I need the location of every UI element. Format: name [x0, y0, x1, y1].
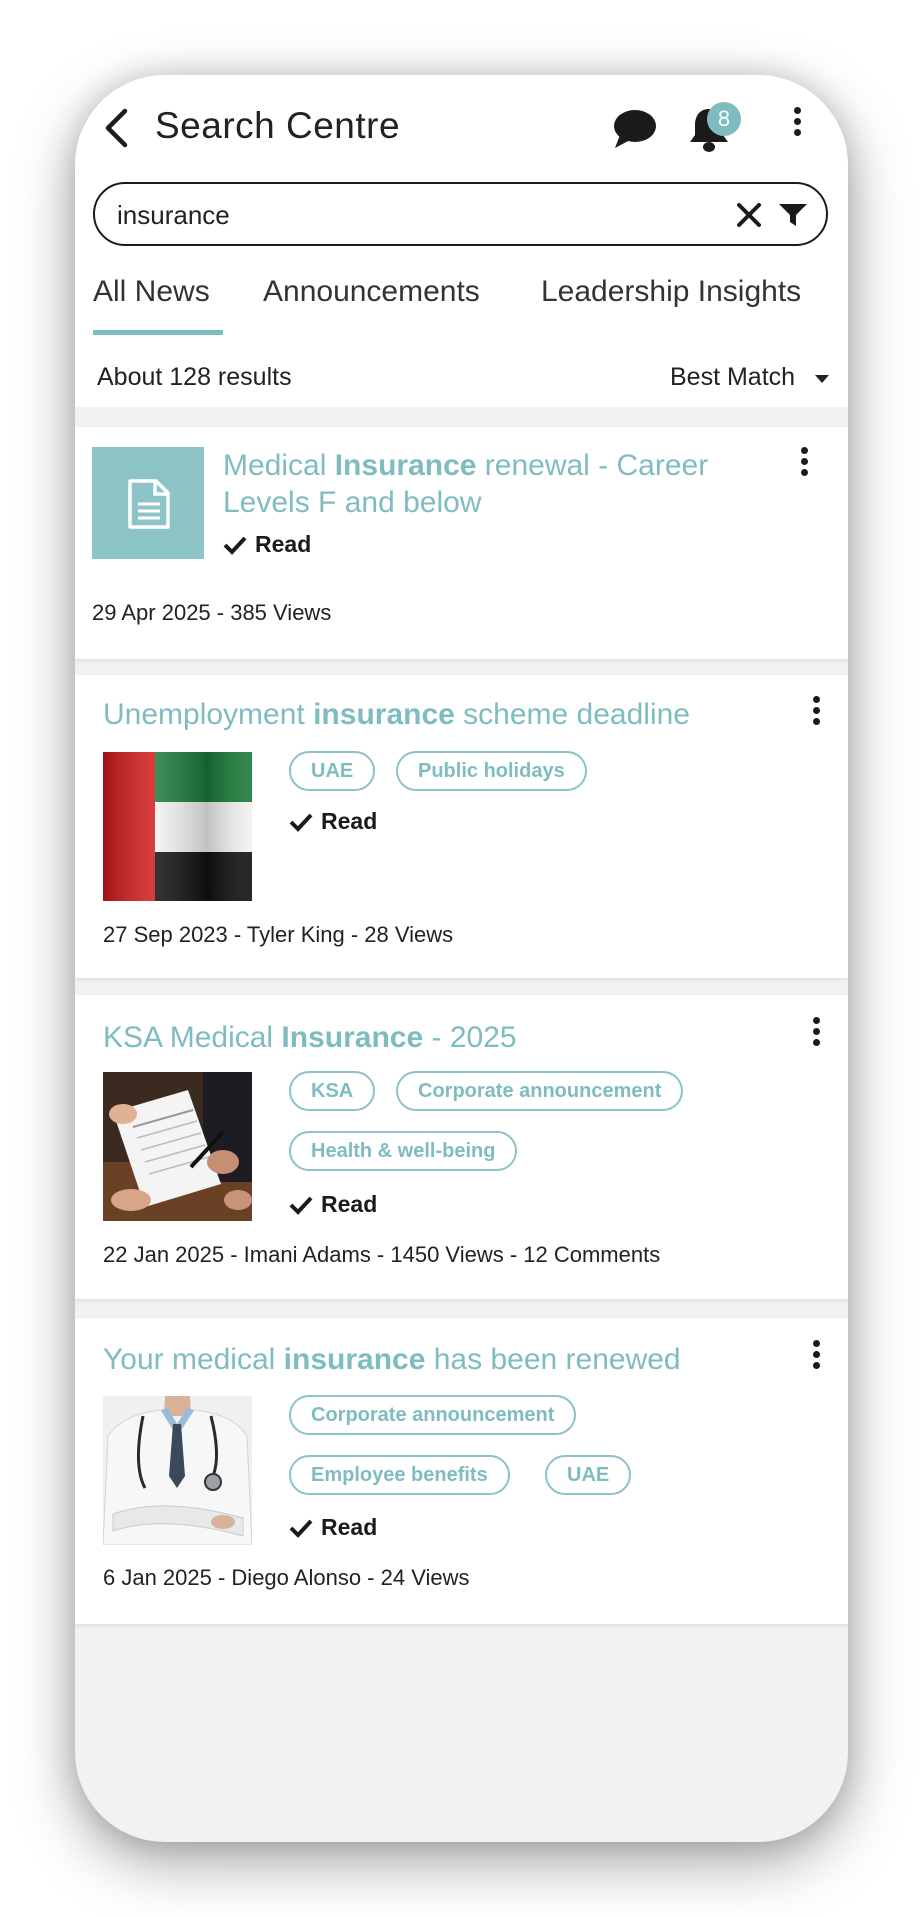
app-bar: Search Centre 8	[75, 75, 848, 175]
read-status: Read	[289, 1191, 377, 1218]
news-card[interactable]: Your medical insurance has been renewed …	[75, 1318, 848, 1624]
card-options-button[interactable]	[794, 447, 814, 487]
read-status: Read	[289, 1514, 377, 1541]
header-area: Search Centre 8 insurance All News Annou…	[75, 75, 848, 407]
kebab-dot-icon	[812, 1340, 820, 1347]
read-status: Read	[289, 808, 377, 835]
checkmark-icon	[289, 1519, 313, 1538]
filter-funnel-icon	[779, 204, 807, 226]
kebab-dot-icon	[812, 718, 820, 725]
card-meta: 27 Sep 2023 - Tyler King - 28 Views	[103, 922, 454, 947]
clear-search-button[interactable]	[735, 201, 763, 234]
doctor-photo	[103, 1396, 252, 1545]
kebab-dot-icon	[793, 118, 801, 125]
signing-document-image	[103, 1072, 252, 1221]
search-input[interactable]	[115, 196, 679, 234]
tag[interactable]: UAE	[545, 1455, 632, 1495]
back-arrow-icon	[105, 108, 128, 148]
flag-image	[103, 752, 252, 901]
results-count: About 128 results	[97, 363, 292, 391]
checkmark-icon	[289, 1196, 313, 1215]
tab-leadership-insights[interactable]: Leadership Insights	[541, 275, 801, 309]
card-title[interactable]: KSA Medical Insurance - 2025	[103, 1019, 773, 1056]
phone-frame: Search Centre 8 insurance All News Annou…	[75, 75, 848, 1842]
filter-button[interactable]	[778, 202, 808, 233]
kebab-dot-icon	[800, 458, 808, 465]
news-card[interactable]: Medical Insurance renewal - Career Level…	[75, 427, 848, 659]
read-status: Read	[223, 531, 311, 558]
sort-dropdown[interactable]: Best Match	[670, 363, 795, 392]
notification-badge: 8	[707, 102, 741, 136]
tag[interactable]: Corporate announcement	[289, 1395, 577, 1435]
more-options-button[interactable]	[787, 107, 807, 147]
kebab-dot-icon	[800, 447, 808, 454]
kebab-dot-icon	[793, 107, 801, 114]
news-card[interactable]: KSA Medical Insurance - 2025 KSA Corpora…	[75, 995, 848, 1299]
tag[interactable]: KSA	[289, 1071, 376, 1111]
close-icon	[737, 203, 761, 227]
card-meta: 22 Jan 2025 - Imani Adams - 1450 Views -…	[103, 1242, 661, 1267]
kebab-dot-icon	[793, 129, 801, 136]
tag[interactable]: Public holidays	[396, 751, 587, 791]
tab-bar: All News Announcements Leadership Insigh…	[75, 275, 848, 335]
kebab-dot-icon	[812, 1039, 820, 1046]
tab-announcements[interactable]: Announcements	[263, 275, 480, 309]
kebab-dot-icon	[812, 1028, 820, 1035]
card-title[interactable]: Medical Insurance renewal - Career Level…	[223, 447, 783, 521]
card-title[interactable]: Your medical insurance has been renewed	[103, 1341, 773, 1378]
kebab-dot-icon	[812, 1351, 820, 1358]
active-tab-indicator	[93, 330, 223, 335]
tag[interactable]: UAE	[289, 751, 376, 791]
kebab-dot-icon	[800, 469, 808, 476]
kebab-dot-icon	[812, 1362, 820, 1369]
checkmark-icon	[223, 536, 247, 555]
kebab-dot-icon	[812, 1017, 820, 1024]
uae-flag-image	[103, 752, 252, 901]
document-thumbnail	[92, 447, 204, 559]
checkmark-icon	[289, 813, 313, 832]
doctor-image	[103, 1396, 252, 1545]
back-button[interactable]	[97, 103, 137, 153]
card-title[interactable]: Unemployment insurance scheme deadline	[103, 696, 773, 733]
news-card[interactable]: Unemployment insurance scheme deadline U…	[75, 675, 848, 978]
card-options-button[interactable]	[806, 1017, 826, 1057]
chat-button[interactable]	[610, 107, 658, 156]
kebab-dot-icon	[812, 707, 820, 714]
contract-photo	[103, 1072, 252, 1221]
card-options-button[interactable]	[806, 696, 826, 736]
card-options-button[interactable]	[806, 1340, 826, 1380]
kebab-dot-icon	[812, 696, 820, 703]
tab-all-news[interactable]: All News	[93, 275, 210, 309]
tag[interactable]: Health & well-being	[289, 1131, 518, 1171]
card-meta: 29 Apr 2025 - 385 Views	[92, 600, 332, 625]
search-box	[93, 182, 828, 246]
card-meta: 6 Jan 2025 - Diego Alonso - 24 Views	[103, 1565, 470, 1590]
caret-down-icon	[815, 375, 829, 383]
document-icon	[128, 479, 170, 529]
page-title: Search Centre	[155, 105, 401, 146]
tag[interactable]: Corporate announcement	[396, 1071, 684, 1111]
tag[interactable]: Employee benefits	[289, 1455, 510, 1495]
chat-bubble-icon	[614, 110, 656, 148]
